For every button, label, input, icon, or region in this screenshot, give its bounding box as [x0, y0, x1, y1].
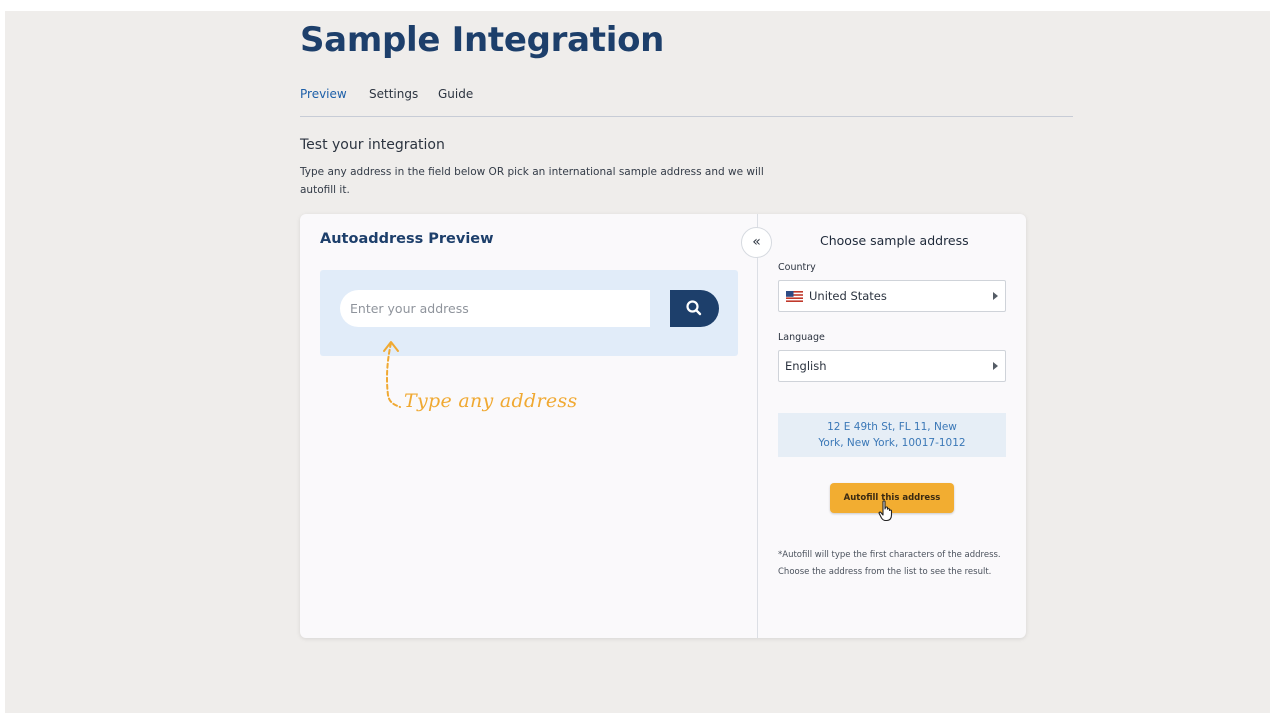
country-label: Country: [778, 262, 816, 273]
country-value: United States: [809, 289, 887, 303]
page-title: Sample Integration: [300, 20, 665, 60]
chevron-right-icon: [993, 292, 998, 300]
autofill-footnote: *Autofill will type the first characters…: [778, 550, 1001, 577]
choose-sample-title: Choose sample address: [820, 233, 969, 248]
address-input[interactable]: [340, 290, 650, 327]
hint-text: Type any address: [404, 390, 578, 412]
tab-preview[interactable]: Preview: [300, 87, 347, 101]
tab-settings[interactable]: Settings: [369, 87, 418, 101]
card-divider: [757, 214, 758, 638]
search-button[interactable]: [670, 290, 719, 327]
collapse-panel-button[interactable]: «: [741, 227, 772, 258]
search-icon: [686, 300, 702, 316]
language-label: Language: [778, 332, 825, 343]
us-flag-icon: [786, 291, 803, 302]
section-title: Test your integration: [300, 137, 445, 153]
language-value: English: [785, 359, 827, 373]
tab-bar: Preview Settings Guide: [300, 86, 1073, 117]
integration-card: Autoaddress Preview Type any address « C…: [300, 214, 1026, 638]
hand-cursor-icon: [878, 500, 893, 522]
preview-title: Autoaddress Preview: [320, 231, 494, 247]
chevron-right-icon: [993, 362, 998, 370]
sample-address[interactable]: 12 E 49th St, FL 11, New York, New York,…: [778, 413, 1006, 457]
language-select[interactable]: English: [778, 350, 1006, 382]
sample-address-line2: York, New York, 10017-1012: [818, 437, 966, 449]
section-description: Type any address in the field below OR p…: [300, 166, 764, 196]
country-select[interactable]: United States: [778, 280, 1006, 312]
sample-address-line1: 12 E 49th St, FL 11, New: [827, 421, 957, 433]
tab-guide[interactable]: Guide: [438, 87, 473, 101]
